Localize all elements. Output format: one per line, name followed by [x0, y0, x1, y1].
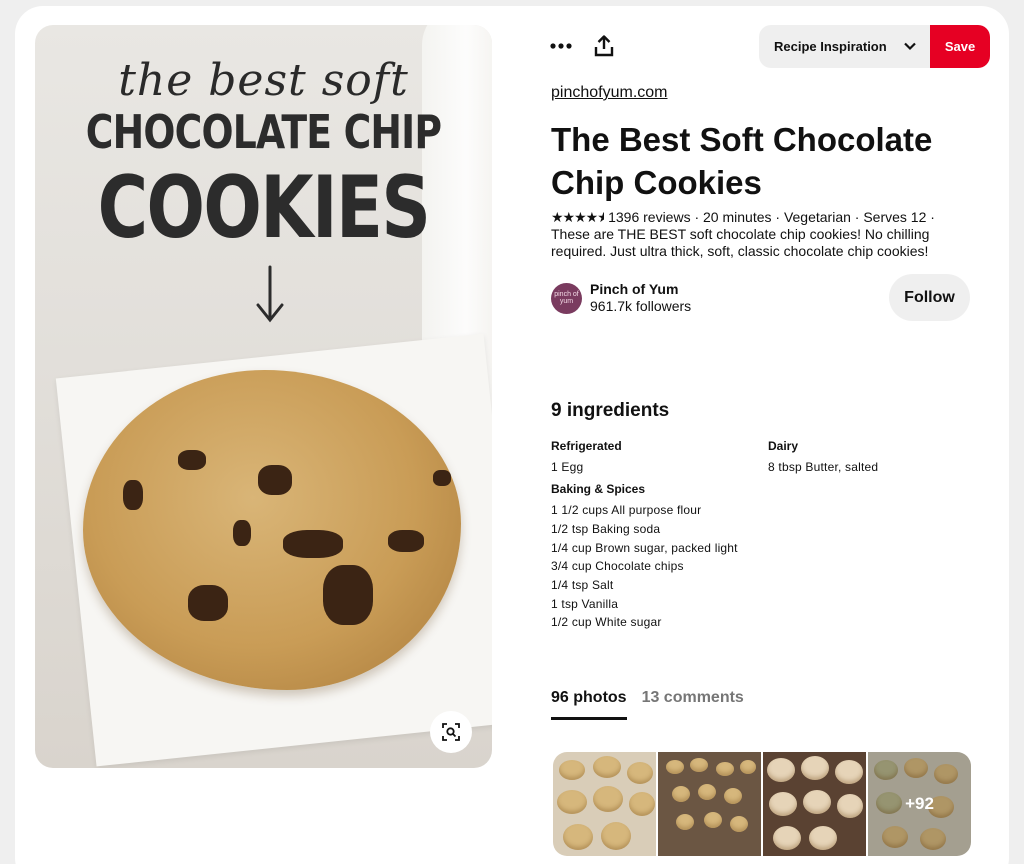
chevron-down-icon — [904, 42, 916, 51]
ingredient-item: 1/2 tsp Baking soda — [551, 521, 661, 536]
share-upload-icon — [594, 35, 614, 57]
ingredient-item: 1/4 tsp Salt — [551, 577, 614, 592]
photo-thumbnail[interactable] — [658, 752, 761, 856]
arrow-doodle-icon — [256, 265, 284, 323]
photo-thumbnail[interactable] — [553, 752, 656, 856]
more-dots-icon — [550, 43, 572, 49]
save-button[interactable]: Save — [930, 25, 990, 68]
ingredient-item: 1 Egg — [551, 459, 584, 474]
more-photos-count: +92 — [868, 752, 971, 856]
ingredient-item: 8 tbsp Butter, salted — [768, 459, 879, 474]
ingredient-item: 1 1/2 cups All purpose flour — [551, 503, 702, 518]
ingredients-column-right: Dairy 8 tbsp Butter, salted — [768, 437, 878, 476]
pin-meta-line: 1396 reviews · 20 minutes · Vegetarian ·… — [608, 209, 935, 225]
ingredient-item: 1/2 cup White sugar — [551, 615, 662, 630]
creator-name[interactable]: Pinch of Yum — [590, 281, 691, 298]
rating-stars-icon: ★★★★★ — [551, 209, 605, 225]
pin-description: These are THE BEST soft chocolate chip c… — [551, 226, 930, 259]
board-select-dropdown[interactable]: Recipe Inspiration — [759, 25, 931, 68]
visual-search-button[interactable] — [430, 711, 472, 753]
photo-thumbnail-more[interactable]: +92 — [868, 752, 971, 856]
pin-image[interactable]: the best soft CHOCOLATE CHIP COOKIES — [35, 25, 492, 768]
ingredients-column-left: Refrigerated 1 Egg Baking & Spices 1 1/2… — [551, 437, 738, 632]
photo-strip: +92 — [553, 752, 971, 856]
avatar[interactable]: pinch of yum — [551, 282, 582, 314]
creator-followers: 961.7k followers — [590, 298, 692, 314]
follow-button[interactable]: Follow — [889, 274, 970, 321]
visual-search-icon — [442, 723, 460, 741]
tab-photos[interactable]: 96 photos — [551, 689, 627, 720]
ingredient-item: 1/4 cup Brown sugar, packed light — [551, 540, 738, 555]
ingredient-group-title: Refrigerated — [551, 439, 622, 453]
photos-comments-tabs: 96 photos 13 comments — [551, 689, 759, 720]
pin-title: The Best Soft Chocolate Chip Cookies — [551, 121, 933, 201]
creator-info[interactable]: pinch of yum Pinch of Yum 961.7k followe… — [551, 281, 691, 315]
source-link[interactable]: pinchofyum.com — [551, 84, 668, 102]
image-overlay-line1: CHOCOLATE CHIP — [85, 105, 442, 159]
tab-comments[interactable]: 13 comments — [642, 689, 744, 720]
board-select-label: Recipe Inspiration — [774, 39, 887, 54]
pin-meta: ★★★★★ 1396 reviews · 20 minutes · Vegeta… — [551, 209, 971, 260]
ingredient-item: 3/4 cup Chocolate chips — [551, 559, 684, 574]
ingredients-heading: 9 ingredients — [551, 400, 670, 421]
ingredient-item: 1 tsp Vanilla — [551, 596, 619, 611]
photo-thumbnail[interactable] — [763, 752, 866, 856]
more-options-button[interactable] — [549, 38, 573, 59]
ingredient-group-title: Baking & Spices — [551, 482, 646, 497]
ingredient-group-title: Dairy — [768, 439, 799, 453]
share-button[interactable] — [594, 35, 614, 62]
image-overlay-line2: COOKIES — [97, 158, 431, 258]
image-overlay-script: the best soft — [118, 55, 409, 106]
